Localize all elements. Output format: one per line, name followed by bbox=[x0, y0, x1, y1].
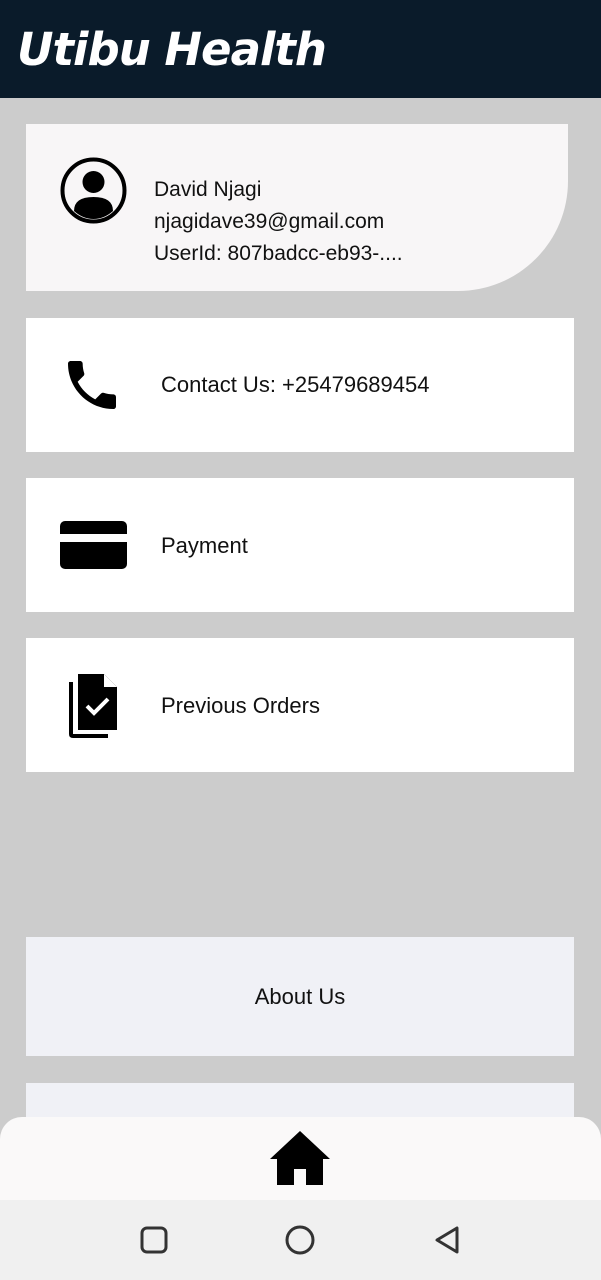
profile-user-id: UserId: 807badcc-eb93-.... bbox=[154, 242, 403, 265]
bottom-navigation bbox=[0, 1117, 601, 1202]
profile-email: njagidave39@gmail.com bbox=[154, 210, 385, 233]
square-recents-icon[interactable] bbox=[137, 1223, 171, 1257]
account-circle-icon bbox=[60, 157, 127, 224]
payment-item[interactable]: Payment bbox=[26, 478, 574, 612]
triangle-back-icon[interactable] bbox=[430, 1223, 464, 1257]
payment-label: Payment bbox=[161, 533, 248, 558]
previous-orders-item[interactable]: Previous Orders bbox=[26, 638, 574, 772]
profile-name: David Njagi bbox=[154, 178, 262, 201]
about-us-item[interactable]: About Us bbox=[26, 937, 574, 1056]
circle-home-icon[interactable] bbox=[283, 1223, 317, 1257]
about-us-label: About Us bbox=[254, 984, 346, 1009]
credit-card-icon bbox=[60, 521, 127, 569]
app-title: Utibu Health bbox=[17, 23, 327, 76]
profile-card[interactable]: David Njagi njagidave39@gmail.com UserId… bbox=[26, 124, 568, 291]
phone-icon bbox=[68, 361, 116, 409]
documents-check-icon bbox=[69, 674, 117, 738]
contact-us-item[interactable]: Contact Us: +25479689454 bbox=[26, 318, 574, 452]
contact-us-label: Contact Us: +25479689454 bbox=[161, 372, 430, 397]
profile-info: David Njagi njagidave39@gmail.com UserId… bbox=[154, 174, 403, 270]
app-bar: Utibu Health bbox=[0, 0, 601, 98]
system-navigation-bar bbox=[0, 1200, 601, 1280]
previous-orders-label: Previous Orders bbox=[161, 693, 320, 718]
home-icon[interactable] bbox=[268, 1129, 332, 1187]
